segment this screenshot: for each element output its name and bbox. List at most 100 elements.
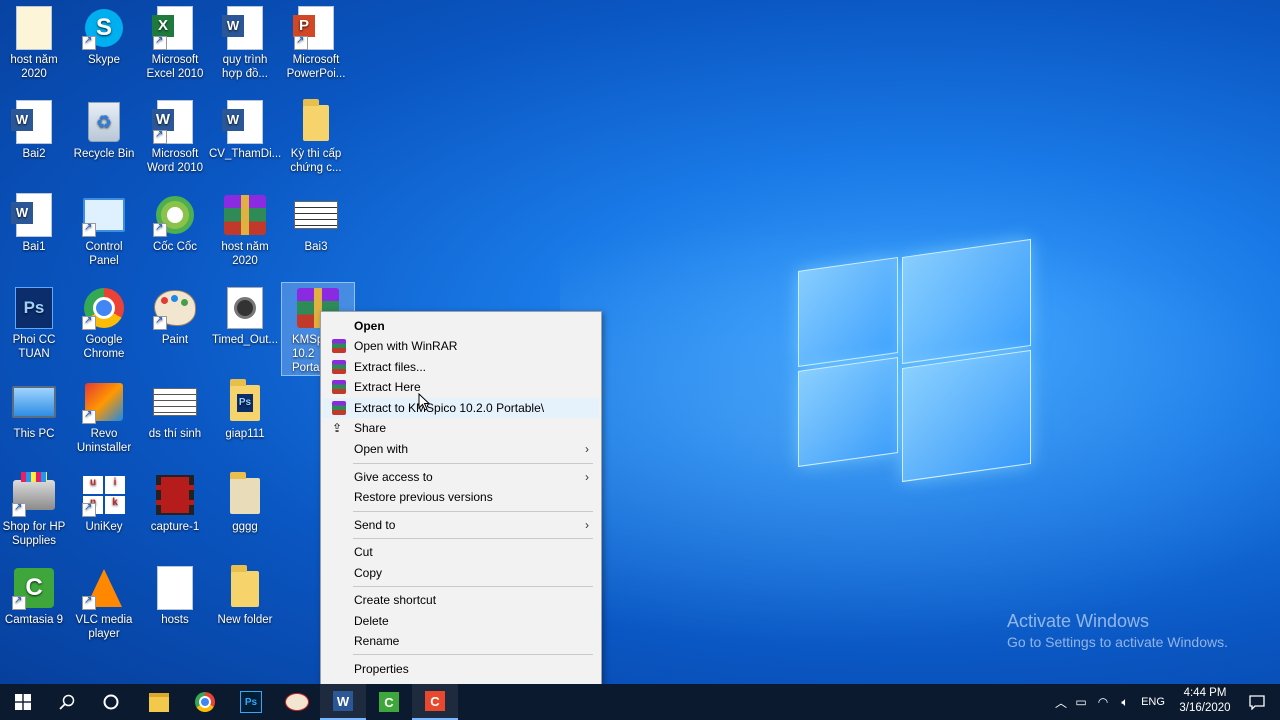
cortana-button[interactable]	[88, 684, 134, 720]
menu-item-label: Cut	[354, 545, 373, 559]
desktop-icon-ds-thi-sinh[interactable]: ds thí sinh	[139, 380, 211, 441]
desktop-icon-skype[interactable]: S Skype	[68, 6, 140, 67]
taskbar-word[interactable]: W	[320, 684, 366, 720]
menu-item-send-to[interactable]: Send to ›	[323, 515, 599, 535]
desktop-icon-revo[interactable]: Revo Uninstaller	[68, 380, 140, 455]
desktop-icon-word[interactable]: W Microsoft Word 2010	[139, 100, 211, 175]
desktop-icon-label: host năm 2020	[10, 54, 58, 80]
action-center-button[interactable]	[1234, 684, 1280, 720]
desktop-icon-recycle-bin[interactable]: ♻ Recycle Bin	[68, 100, 140, 161]
language-indicator[interactable]: ENG	[1136, 696, 1170, 708]
menu-item-properties[interactable]: Properties	[323, 659, 599, 679]
desktop-icon-label: Microsoft Excel 2010	[146, 54, 204, 80]
wifi-icon[interactable]: ◠	[1092, 695, 1114, 709]
taskbar-camtasia[interactable]: C	[366, 684, 412, 720]
menu-item-rename[interactable]: Rename	[323, 631, 599, 651]
battery-icon[interactable]: ▭	[1070, 695, 1092, 709]
notification-icon	[1249, 695, 1265, 710]
menu-separator	[353, 511, 593, 512]
menu-item-open[interactable]: Open	[323, 316, 599, 336]
menu-item-open-with[interactable]: Open with ›	[323, 439, 599, 459]
taskbar-file-explorer[interactable]	[136, 684, 182, 720]
text-file-icon	[157, 566, 193, 610]
desktop-icon-bai3[interactable]: Bai3	[280, 193, 352, 254]
video-file-icon	[156, 475, 194, 515]
winrar-icon	[332, 339, 346, 353]
desktop-icon-host-nam-2020-rar[interactable]: host năm 2020	[209, 193, 281, 268]
desktop-icon-capture-1[interactable]: capture-1	[139, 473, 211, 534]
menu-item-label: Delete	[354, 614, 389, 628]
cortana-circle-icon	[103, 694, 119, 710]
menu-item-restore-versions[interactable]: Restore previous versions	[323, 487, 599, 507]
desktop-icon-label: Microsoft PowerPoi...	[286, 54, 346, 80]
desktop-icon-powerpoint[interactable]: P Microsoft PowerPoi...	[280, 6, 352, 81]
menu-item-delete[interactable]: Delete	[323, 611, 599, 631]
desktop-icon-cv-thamdi[interactable]: W CV_ThamDi...	[209, 100, 281, 161]
desktop-icon-bai2[interactable]: W Bai2	[0, 100, 70, 161]
winrar-icon	[332, 380, 346, 394]
desktop-icon-phoi-cc-tuan[interactable]: Ps Phoi CC TUAN	[0, 286, 70, 361]
desktop-icon-label: Skype	[88, 54, 120, 66]
desktop-icon-excel[interactable]: X Microsoft Excel 2010	[139, 6, 211, 81]
desktop-icon-hosts[interactable]: hosts	[139, 566, 211, 627]
desktop-icon-quy-trinh[interactable]: W quy trình hợp đồ...	[209, 6, 281, 81]
start-button[interactable]	[0, 684, 46, 720]
desktop-icon-label: Google Chrome	[83, 334, 125, 360]
taskbar-chrome[interactable]	[182, 684, 228, 720]
desktop-icon-control-panel[interactable]: Control Panel	[68, 193, 140, 268]
recycle-bin-icon: ♻	[88, 102, 120, 142]
desktop-icon-timed-out[interactable]: Timed_Out...	[209, 286, 281, 347]
menu-item-extract-here[interactable]: Extract Here	[323, 377, 599, 397]
spreadsheet-icon	[294, 201, 338, 229]
desktop-icon-coc-coc[interactable]: Cốc Cốc	[139, 193, 211, 254]
desktop-icon-hp-supplies[interactable]: Shop for HP Supplies	[0, 472, 70, 548]
menu-item-open-with-winrar[interactable]: Open with WinRAR	[323, 336, 599, 356]
chevron-up-icon[interactable]: ︿	[1052, 694, 1070, 711]
menu-separator	[353, 654, 593, 655]
desktop-icon-vlc[interactable]: VLC media player	[68, 566, 140, 641]
desktop-icon-chrome[interactable]: Google Chrome	[68, 286, 140, 361]
menu-item-give-access[interactable]: Give access to ›	[323, 467, 599, 487]
menu-item-label: Extract to KMSpico 10.2.0 Portable\	[354, 401, 545, 415]
menu-item-label: Restore previous versions	[354, 490, 493, 504]
taskbar-photoshop[interactable]: Ps	[228, 684, 274, 720]
desktop-icon-label: Phoi CC TUAN	[12, 334, 56, 360]
menu-item-extract-to[interactable]: Extract to KMSpico 10.2.0 Portable\	[323, 398, 599, 418]
activate-windows-watermark: Activate Windows Go to Settings to activ…	[1007, 611, 1228, 650]
taskbar-clock[interactable]: 4:44 PM 3/16/2020	[1170, 686, 1240, 716]
menu-item-share[interactable]: ⇪ Share	[323, 418, 599, 438]
desktop-icon-host-nam-2020-doc[interactable]: host năm 2020	[0, 6, 70, 81]
menu-item-cut[interactable]: Cut	[323, 542, 599, 562]
chrome-icon	[195, 692, 215, 712]
menu-item-create-shortcut[interactable]: Create shortcut	[323, 590, 599, 610]
desktop-icon-label: giap111	[225, 428, 265, 440]
clock-date: 3/16/2020	[1179, 702, 1231, 714]
desktop-icon-camtasia[interactable]: C Camtasia 9	[0, 566, 70, 627]
menu-item-label: Give access to	[354, 470, 433, 484]
menu-item-label: Copy	[354, 566, 383, 580]
menu-item-extract-files[interactable]: Extract files...	[323, 357, 599, 377]
menu-item-label: Rename	[354, 634, 400, 648]
desktop-icon-paint[interactable]: Paint	[139, 286, 211, 347]
desktop-icon-gggg[interactable]: gggg	[209, 472, 281, 534]
taskbar-paint-app[interactable]	[274, 684, 320, 720]
menu-item-label: Extract Here	[354, 380, 421, 394]
menu-separator	[353, 586, 593, 587]
desktop-icon-label: Bai2	[22, 148, 46, 160]
desktop-icon-ky-thi[interactable]: Kỳ thi cấp chứng c...	[280, 99, 352, 175]
search-button[interactable]	[44, 684, 90, 720]
desktop-icon-giap111[interactable]: Ps giap111	[209, 379, 281, 441]
menu-separator	[353, 538, 593, 539]
context-menu: Open Open with WinRAR Extract files... E…	[320, 311, 602, 686]
menu-item-copy[interactable]: Copy	[323, 563, 599, 583]
menu-item-label: Open with WinRAR	[354, 339, 458, 353]
desktop-icon-new-folder[interactable]: New folder	[209, 565, 281, 627]
mouse-cursor-icon	[418, 393, 430, 411]
desktop-icon-label: VLC media player	[75, 614, 133, 640]
desktop-icon-unikey[interactable]: ui nk UniKey	[68, 473, 140, 534]
volume-icon[interactable]: 🔈︎	[1114, 695, 1136, 710]
desktop-icon-label: Shop for HP Supplies	[2, 521, 66, 547]
taskbar-camtasia-recorder[interactable]: C	[412, 684, 458, 720]
desktop-icon-bai1[interactable]: W Bai1	[0, 193, 70, 254]
desktop-icon-this-pc[interactable]: This PC	[0, 380, 70, 441]
